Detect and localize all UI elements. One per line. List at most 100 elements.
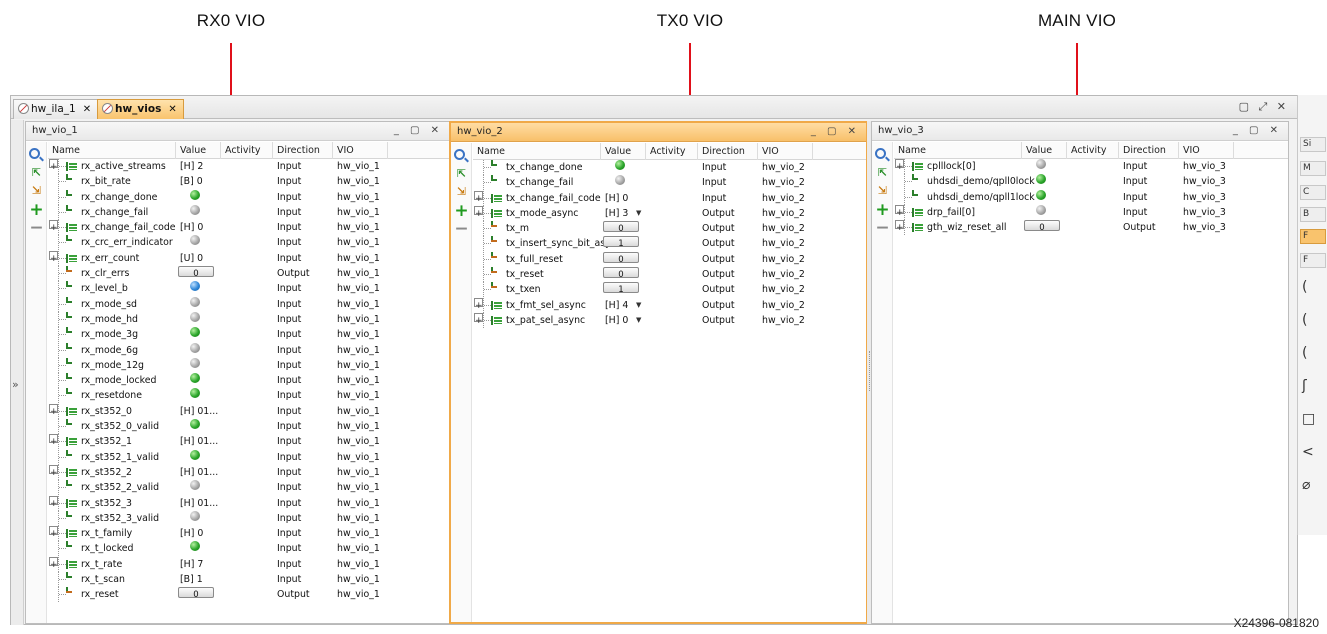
- side-tab-item[interactable]: Si: [1300, 137, 1326, 152]
- side-tool-icon[interactable]: ⌀: [1302, 477, 1310, 493]
- chevron-down-icon[interactable]: ▼: [636, 313, 641, 328]
- expand-toggle[interactable]: +: [895, 204, 904, 218]
- table-row[interactable]: tx_txen 1 Output hw_vio_2: [473, 282, 866, 298]
- expand-toggle[interactable]: +: [474, 297, 483, 311]
- toggle-value-button[interactable]: 0: [1024, 220, 1060, 233]
- table-row[interactable]: rx_bit_rate [B] 0 Input hw_vio_1: [48, 174, 449, 190]
- probe-value[interactable]: [H] 0: [605, 313, 628, 328]
- column-header-name[interactable]: Name: [48, 142, 176, 159]
- table-row[interactable]: rx_t_locked Input hw_vio_1: [48, 541, 449, 557]
- table-row[interactable]: rx_t_scan [B] 1 Input hw_vio_1: [48, 572, 449, 588]
- search-icon[interactable]: [875, 148, 886, 159]
- side-tool-icon[interactable]: (: [1302, 312, 1307, 328]
- side-tool-icon[interactable]: (: [1302, 279, 1307, 295]
- column-header-name[interactable]: Name: [894, 142, 1022, 159]
- panel-window-controls[interactable]: _ ▢ ✕: [394, 122, 443, 140]
- table-row[interactable]: rx_mode_3g Input hw_vio_1: [48, 327, 449, 343]
- table-row[interactable]: rx_clr_errs 0 Output hw_vio_1: [48, 266, 449, 282]
- table-row[interactable]: + rx_err_count [U] 0 Input hw_vio_1: [48, 250, 449, 266]
- close-icon[interactable]: ✕: [83, 104, 91, 115]
- table-row[interactable]: tx_insert_sync_bit_async 1 Output hw_vio_2: [473, 236, 866, 252]
- table-row[interactable]: tx_m 0 Output hw_vio_2: [473, 221, 866, 237]
- column-header-direction[interactable]: Direction: [698, 143, 758, 160]
- add-probe-icon[interactable]: +: [454, 203, 469, 220]
- table-row[interactable]: tx_change_fail Input hw_vio_2: [473, 175, 866, 191]
- add-probe-icon[interactable]: +: [875, 202, 890, 219]
- table-row[interactable]: tx_full_reset 0 Output hw_vio_2: [473, 251, 866, 267]
- expand-toggle[interactable]: +: [895, 159, 904, 172]
- table-row[interactable]: uhdsdi_demo/qpll0lock Input hw_vio_3: [894, 174, 1288, 190]
- table-row[interactable]: + rx_active_streams [H] 2 Input hw_vio_1: [48, 159, 449, 174]
- expand-toggle[interactable]: +: [474, 190, 483, 204]
- table-row[interactable]: + rx_st352_0 [H] 01... Input hw_vio_1: [48, 403, 449, 419]
- toggle-value-button[interactable]: 0: [178, 266, 214, 279]
- column-header-name[interactable]: Name: [473, 143, 601, 160]
- remove-probe-icon[interactable]: −: [29, 220, 44, 237]
- window-controls[interactable]: ▢ ⤢ ✕: [1239, 100, 1289, 114]
- column-header-vio[interactable]: VIO: [333, 142, 388, 159]
- column-header-vio[interactable]: VIO: [1179, 142, 1234, 159]
- expand-all-icon[interactable]: ⇲: [29, 184, 44, 198]
- table-row[interactable]: rx_st352_1_valid Input hw_vio_1: [48, 449, 449, 465]
- table-row[interactable]: rx_st352_2_valid Input hw_vio_1: [48, 480, 449, 496]
- table-row[interactable]: rx_mode_sd Input hw_vio_1: [48, 296, 449, 312]
- add-probe-icon[interactable]: +: [29, 202, 44, 219]
- toggle-value-button[interactable]: 0: [603, 267, 639, 280]
- table-row[interactable]: + rx_st352_2 [H] 01... Input hw_vio_1: [48, 464, 449, 480]
- expand-toggle[interactable]: +: [49, 220, 58, 233]
- table-row[interactable]: rx_crc_err_indicator Input hw_vio_1: [48, 235, 449, 251]
- table-row[interactable]: rx_reset 0 Output hw_vio_1: [48, 587, 449, 603]
- expand-toggle[interactable]: +: [49, 434, 58, 447]
- expand-arrows-icon[interactable]: »: [12, 378, 19, 391]
- toggle-value-button[interactable]: 0: [178, 587, 214, 600]
- table-row[interactable]: + tx_mode_async [H] 3 ▼ Output hw_vio_2: [473, 205, 866, 221]
- collapse-all-icon[interactable]: ⇱: [454, 167, 469, 181]
- table-row[interactable]: rx_mode_6g Input hw_vio_1: [48, 342, 449, 358]
- side-tool-icon[interactable]: ʃ: [1302, 378, 1307, 394]
- table-row[interactable]: tx_change_done Input hw_vio_2: [473, 160, 866, 175]
- column-header-activity[interactable]: Activity: [221, 142, 273, 159]
- side-tool-icon[interactable]: □: [1302, 411, 1315, 427]
- search-icon[interactable]: [454, 149, 465, 160]
- toggle-value-button[interactable]: 0: [603, 251, 639, 265]
- collapse-all-icon[interactable]: ⇱: [29, 166, 44, 180]
- table-row[interactable]: rx_level_b Input hw_vio_1: [48, 281, 449, 297]
- table-row[interactable]: rx_resetdone Input hw_vio_1: [48, 388, 449, 404]
- table-row[interactable]: + rx_st352_1 [H] 01... Input hw_vio_1: [48, 434, 449, 450]
- column-header-value[interactable]: Value: [1022, 142, 1067, 159]
- table-row[interactable]: + rx_t_rate [H] 7 Input hw_vio_1: [48, 556, 449, 572]
- expand-all-icon[interactable]: ⇲: [875, 184, 890, 198]
- table-row[interactable]: tx_reset 0 Output hw_vio_2: [473, 267, 866, 283]
- search-icon[interactable]: [29, 148, 40, 159]
- expand-toggle[interactable]: +: [49, 250, 58, 264]
- table-row[interactable]: rx_mode_locked Input hw_vio_1: [48, 373, 449, 389]
- expand-toggle[interactable]: +: [49, 526, 58, 539]
- side-tab-item[interactable]: F: [1300, 229, 1326, 244]
- column-header-activity[interactable]: Activity: [646, 143, 698, 160]
- table-row[interactable]: + rx_change_fail_code [H] 0 Input hw_vio_1: [48, 220, 449, 236]
- side-tool-icon[interactable]: <: [1302, 444, 1314, 460]
- expand-toggle[interactable]: +: [49, 556, 58, 570]
- panel-window-controls[interactable]: _ ▢ ✕: [1233, 122, 1282, 140]
- table-row[interactable]: + tx_fmt_sel_async [H] 4 ▼ Output hw_vio_2: [473, 297, 866, 313]
- table-row[interactable]: rx_mode_12g Input hw_vio_1: [48, 357, 449, 373]
- close-icon[interactable]: ✕: [168, 104, 176, 115]
- tab-hw-vios[interactable]: hw_vios ✕: [97, 99, 184, 119]
- column-header-value[interactable]: Value: [601, 143, 646, 160]
- toggle-value-button[interactable]: 1: [603, 236, 639, 249]
- table-row[interactable]: rx_change_fail Input hw_vio_1: [48, 204, 449, 220]
- column-header-vio[interactable]: VIO: [758, 143, 813, 160]
- table-row[interactable]: + rx_st352_3 [H] 01... Input hw_vio_1: [48, 495, 449, 511]
- panel-window-controls[interactable]: _ ▢ ✕: [811, 123, 860, 141]
- expand-toggle[interactable]: +: [49, 495, 58, 509]
- table-row[interactable]: + drp_fail[0] Input hw_vio_3: [894, 204, 1288, 220]
- collapse-strip[interactable]: »: [11, 120, 24, 625]
- toggle-value-button[interactable]: 1: [603, 282, 639, 295]
- column-header-activity[interactable]: Activity: [1067, 142, 1119, 159]
- probe-value[interactable]: [H] 4: [605, 298, 628, 313]
- expand-toggle[interactable]: +: [49, 159, 58, 172]
- chevron-down-icon[interactable]: ▼: [636, 298, 641, 313]
- column-header-value[interactable]: Value: [176, 142, 221, 159]
- table-row[interactable]: rx_change_done Input hw_vio_1: [48, 189, 449, 205]
- toggle-value-button[interactable]: 0: [603, 221, 639, 234]
